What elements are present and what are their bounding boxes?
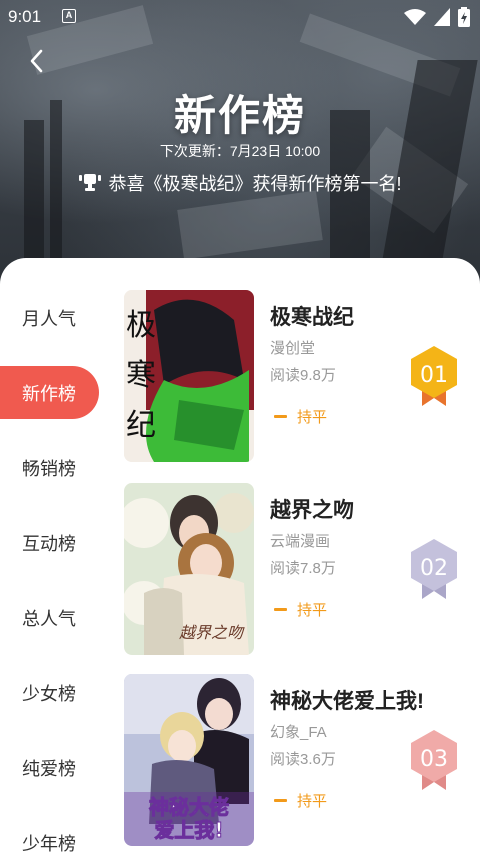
svg-text:越界之吻: 越界之吻 [179,623,245,642]
notification-icon: A [62,9,76,23]
book-read-count: 阅读9.8万 [270,367,336,384]
chevron-left-icon [30,49,43,73]
sidebar-item-pure-love[interactable]: 纯爱榜 [0,730,104,805]
book-list-item[interactable]: 极 寒 纪 极寒战纪 漫创堂 阅读9.8万 持平 01 [124,290,464,462]
back-button[interactable] [22,46,52,76]
book-author: 漫创堂 [270,340,316,357]
sidebar-item-label: 纯爱榜 [22,758,76,779]
rank-badge: 01 [408,344,460,408]
book-title[interactable]: 神秘大佬爱上我! [270,685,424,715]
sidebar-item-total-popularity[interactable]: 总人气 [0,580,104,655]
book-read-count: 阅读7.8万 [270,560,336,577]
status-bar: 9:01 A [0,0,480,34]
wifi-icon [404,9,426,25]
trend-label: 持平 [297,409,328,426]
trend-flat-icon [274,415,287,418]
book-author: 幻象_FA [270,724,327,741]
rank-trend: 持平 [274,599,327,620]
book-read-count: 阅读3.6万 [270,751,336,768]
svg-text:爱上我!: 爱上我! [154,818,223,842]
status-time: 9:01 [8,7,42,26]
status-icons [404,7,470,27]
rank-badge: 03 [408,728,460,792]
ranking-panel: 月人气 新作榜 畅销榜 互动榜 总人气 少女榜 纯爱榜 少年榜 极 寒 纪 极寒… [0,258,480,853]
sidebar-item-label: 总人气 [22,608,76,629]
trend-label: 持平 [297,793,328,810]
book-author: 云端漫画 [270,533,331,550]
book-list-item[interactable]: 越界之吻 越界之吻 云端漫画 阅读7.8万 持平 02 [124,483,464,655]
book-cover[interactable]: 极 寒 纪 [124,290,254,462]
rank-number: 01 [420,363,448,388]
rank-number: 02 [420,556,448,581]
sidebar-item-label: 少女榜 [22,683,76,704]
trophy-icon [78,174,101,191]
congrats-text: 恭喜《极寒战纪》获得新作榜第一名! [108,174,402,194]
rank-trend: 持平 [274,790,327,811]
sidebar-item-shoujo[interactable]: 少女榜 [0,655,104,730]
book-list-item[interactable]: 神秘大佬 爱上我! 神秘大佬爱上我! 幻象_FA 阅读3.6万 持平 03 [124,674,464,846]
sidebar-item-new-works[interactable]: 新作榜 [0,355,104,430]
sidebar-item-bestseller[interactable]: 畅销榜 [0,430,104,505]
rank-trend: 持平 [274,406,327,427]
trend-flat-icon [274,608,287,611]
battery-icon [458,7,470,27]
sidebar-item-label: 畅销榜 [22,458,76,479]
svg-text:极: 极 [126,308,156,343]
book-title[interactable]: 越界之吻 [270,494,354,524]
trend-flat-icon [274,799,287,802]
book-cover[interactable]: 越界之吻 [124,483,254,655]
svg-text:神秘大佬: 神秘大佬 [149,795,229,819]
sidebar-item-label: 互动榜 [22,533,76,554]
next-update-text: 下次更新：7月23日 10:00 [159,143,321,159]
signal-icon [434,8,450,26]
sidebar-item-label: 少年榜 [22,833,76,853]
sidebar-item-label: 月人气 [22,308,76,329]
book-cover[interactable]: 神秘大佬 爱上我! [124,674,254,846]
rank-number: 03 [420,747,448,772]
page-title: 新作榜 [173,91,306,140]
trend-label: 持平 [297,602,328,619]
rank-badge: 02 [408,537,460,601]
sidebar-item-monthly-popularity[interactable]: 月人气 [0,280,104,355]
congrats-banner: 恭喜《极寒战纪》获得新作榜第一名! [0,170,480,196]
svg-text:寒: 寒 [126,358,156,393]
svg-text:纪: 纪 [126,408,156,443]
sidebar-item-shounen[interactable]: 少年榜 [0,805,104,853]
sidebar-item-interaction[interactable]: 互动榜 [0,505,104,580]
book-title[interactable]: 极寒战纪 [270,301,354,331]
sidebar-item-label: 新作榜 [22,383,76,404]
ranking-sidebar: 月人气 新作榜 畅销榜 互动榜 总人气 少女榜 纯爱榜 少年榜 [0,280,104,853]
